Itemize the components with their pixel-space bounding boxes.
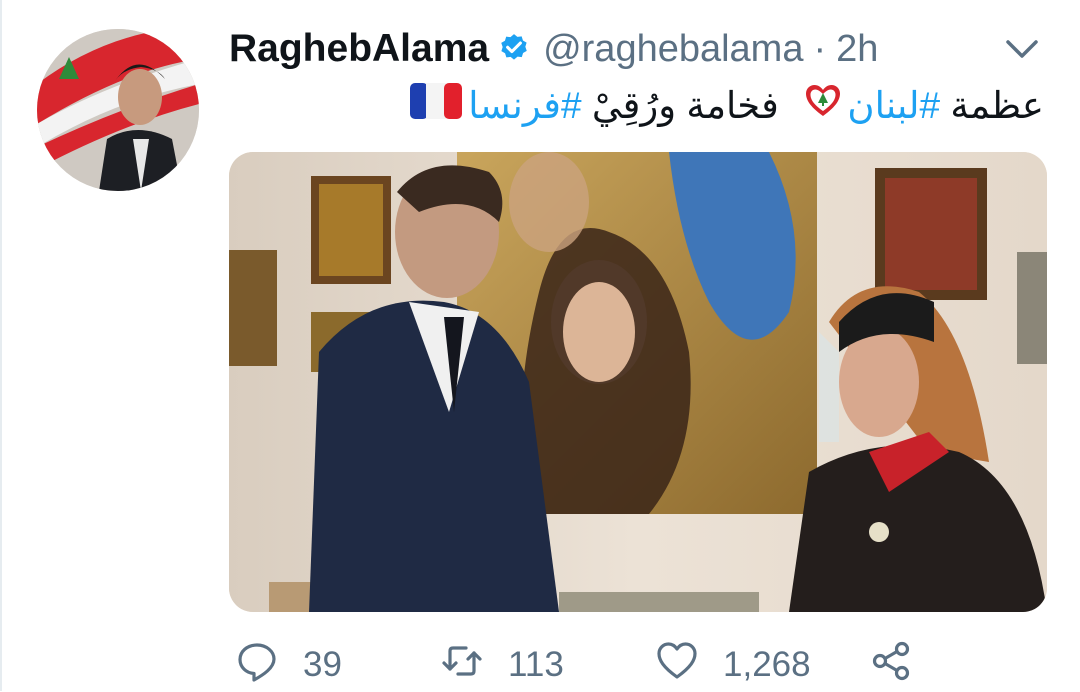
- user-handle[interactable]: @raghebalama: [543, 28, 803, 71]
- like-button[interactable]: 1,268: [655, 639, 870, 692]
- verified-badge-icon: [497, 32, 531, 66]
- like-count: 1,268: [723, 645, 811, 684]
- share-icon: [870, 639, 914, 692]
- share-button[interactable]: [870, 639, 914, 692]
- lebanon-heart-icon: [805, 84, 841, 127]
- retweet-icon: [440, 639, 484, 692]
- photo-image: [229, 152, 1047, 612]
- reply-icon: [235, 639, 279, 692]
- timeline-border: [0, 0, 2, 691]
- retweet-button[interactable]: 113: [440, 639, 655, 692]
- retweet-count: 113: [508, 645, 564, 684]
- tweet-header: RaghebAlama @raghebalama · 2h: [229, 24, 878, 74]
- hashtag-france[interactable]: #فرنسا: [468, 84, 581, 127]
- chevron-down-icon[interactable]: [1000, 34, 1044, 64]
- display-name[interactable]: RaghebAlama: [229, 27, 489, 71]
- reply-count: 39: [303, 645, 342, 684]
- avatar-image: [37, 29, 199, 191]
- timestamp[interactable]: 2h: [836, 28, 878, 71]
- reply-button[interactable]: 39: [235, 639, 440, 692]
- tweet-phrase: فخامة ورُقِيْ: [591, 84, 779, 126]
- tweet-text: عظمة #لبنان فخامة ورُقِيْ #فرنسا: [404, 80, 1044, 130]
- separator-dot: ·: [813, 27, 827, 70]
- like-icon: [655, 639, 699, 692]
- avatar[interactable]: [37, 29, 199, 191]
- france-flag-icon: [410, 82, 463, 128]
- tweet-word: عظمة: [950, 84, 1044, 126]
- tweet-photo[interactable]: [229, 152, 1047, 612]
- tweet-actions: 39 113 1,268: [235, 640, 914, 690]
- hashtag-lebanon[interactable]: #لبنان: [847, 84, 940, 127]
